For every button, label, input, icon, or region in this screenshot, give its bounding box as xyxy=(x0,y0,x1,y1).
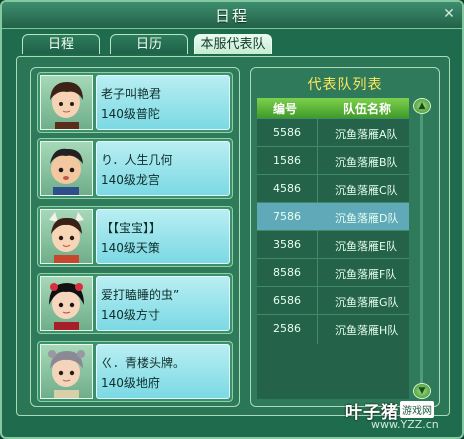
row-team-name: 沉鱼落雁D队 xyxy=(335,212,399,225)
table-row[interactable]: 6586 沉鱼落雁G队 xyxy=(257,286,409,314)
row-team-name: 沉鱼落雁E队 xyxy=(335,240,397,253)
member-name: 爱打瞌睡的虫” xyxy=(101,288,180,302)
close-icon[interactable]: ✕ xyxy=(442,7,456,21)
member-info: り．人生几何 140级龙宫 xyxy=(96,141,230,196)
member-name: 【【宝宝】】 xyxy=(101,221,162,235)
row-team-name: 沉鱼落雁C队 xyxy=(335,184,398,197)
row-team-name: 沉鱼落雁G队 xyxy=(335,296,399,309)
team-table: 编号 队伍名称 5586 沉鱼落雁A队 1586 沉鱼落雁B队 4586 沉鱼落… xyxy=(257,98,409,399)
table-row[interactable]: 3586 沉鱼落雁E队 xyxy=(257,230,409,258)
table-row-selected[interactable]: 7586 沉鱼落雁D队 xyxy=(257,202,409,230)
member-card[interactable]: り．人生几何 140级龙宫 xyxy=(37,138,233,199)
member-name: 老子叫艳君 xyxy=(101,87,162,101)
row-number: 8586 xyxy=(273,266,301,279)
row-team-name: 沉鱼落雁A队 xyxy=(335,128,398,141)
row-number: 1586 xyxy=(273,154,301,167)
avatar xyxy=(40,141,93,196)
tab-calendar[interactable]: 日历 xyxy=(110,34,188,54)
row-number: 5586 xyxy=(273,126,301,139)
avatar xyxy=(40,344,93,399)
team-list-scrollbar[interactable]: ▲ ▼ xyxy=(411,98,433,399)
table-header: 编号 队伍名称 xyxy=(257,98,409,118)
table-row[interactable]: 4586 沉鱼落雁C队 xyxy=(257,174,409,202)
team-list-panel: 代表队列表 编号 队伍名称 5586 沉鱼落雁A队 1586 沉鱼落雁B队 45… xyxy=(250,67,440,407)
member-info: 爱打瞌睡的虫” 140级方寸 xyxy=(96,276,230,331)
table-row[interactable]: 1586 沉鱼落雁B队 xyxy=(257,146,409,174)
watermark-url: www.YZZ.cn xyxy=(371,418,439,431)
title-bar: 日程 ✕ xyxy=(2,2,462,29)
header-number: 编号 xyxy=(273,102,298,116)
member-level: 140级方寸 xyxy=(101,308,160,322)
member-info: 老子叫艳君 140级普陀 xyxy=(96,75,230,130)
member-card[interactable]: 【【宝宝】】 140级天策 xyxy=(37,206,233,267)
tab-server-team[interactable]: 本服代表队 xyxy=(194,34,272,54)
member-level: 140级地府 xyxy=(101,376,160,390)
team-list-title: 代表队列表 xyxy=(307,77,383,93)
member-level: 140级天策 xyxy=(101,241,160,255)
member-name: り．人生几何 xyxy=(101,153,173,167)
member-card[interactable]: ㄍ．青楼头牌。 140级地府 xyxy=(37,341,233,402)
scroll-up-icon[interactable]: ▲ xyxy=(413,98,431,114)
row-number: 6586 xyxy=(273,294,301,307)
table-row[interactable]: 8586 沉鱼落雁F队 xyxy=(257,258,409,286)
row-team-name: 沉鱼落雁H队 xyxy=(335,324,399,337)
table-row[interactable]: 5586 沉鱼落雁A队 xyxy=(257,118,409,146)
avatar xyxy=(40,209,93,264)
member-info: ㄍ．青楼头牌。 140级地府 xyxy=(96,344,230,399)
watermark-logo: 叶子猪 游戏网 www.YZZ.cn xyxy=(345,398,460,436)
row-number: 7586 xyxy=(273,210,301,223)
scroll-track[interactable] xyxy=(420,114,423,384)
watermark-badge: 游戏网 xyxy=(400,401,434,418)
row-team-name: 沉鱼落雁B队 xyxy=(335,156,398,169)
tab-schedule[interactable]: 日程 xyxy=(22,34,100,54)
row-number: 3586 xyxy=(273,238,301,251)
header-team-name: 队伍名称 xyxy=(343,102,392,116)
window-title: 日程 xyxy=(214,7,249,25)
member-level: 140级普陀 xyxy=(101,107,160,121)
row-team-name: 沉鱼落雁F队 xyxy=(335,268,397,281)
avatar xyxy=(40,276,93,331)
member-name: ㄍ．青楼头牌。 xyxy=(101,356,186,370)
table-row[interactable]: 2586 沉鱼落雁H队 xyxy=(257,314,409,342)
row-number: 4586 xyxy=(273,182,301,195)
member-card[interactable]: 爱打瞌睡的虫” 140级方寸 xyxy=(37,273,233,334)
member-level: 140级龙宫 xyxy=(101,173,160,187)
member-panel: 老子叫艳君 140级普陀 り．人生几何 140级龙宫 【【宝宝】】 140级天策… xyxy=(30,67,240,407)
row-number: 2586 xyxy=(273,322,301,335)
avatar xyxy=(40,75,93,130)
scroll-down-icon[interactable]: ▼ xyxy=(413,383,431,399)
member-info: 【【宝宝】】 140级天策 xyxy=(96,209,230,264)
member-card[interactable]: 老子叫艳君 140级普陀 xyxy=(37,72,233,133)
